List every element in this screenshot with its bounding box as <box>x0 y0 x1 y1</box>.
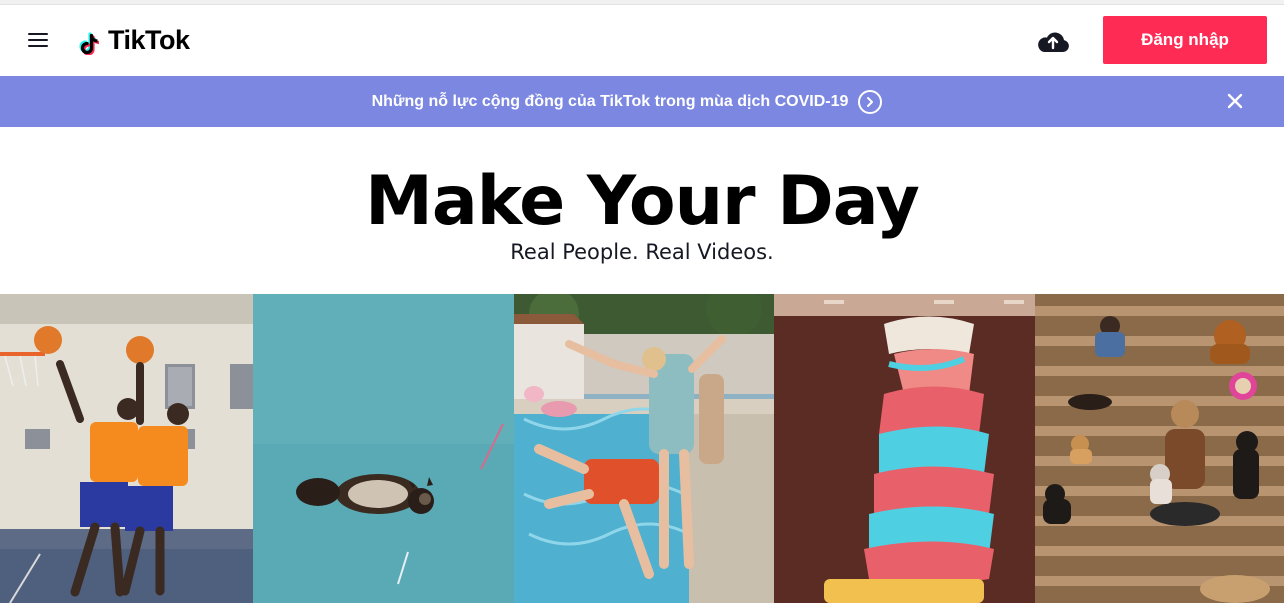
banner-text: Những nỗ lực cộng đồng của TikTok trong … <box>371 92 849 110</box>
brand-name: TikTok <box>108 24 190 55</box>
hero-subtitle: Real People. Real Videos. <box>510 240 774 264</box>
video-thumbnail-strip <box>0 294 1284 603</box>
video-thumbnail-ice-cream[interactable] <box>774 294 1035 603</box>
chevron-right-circle-icon <box>858 89 883 114</box>
hero-title: Make Your Day <box>365 162 920 241</box>
video-thumbnail-basketball[interactable] <box>0 294 253 603</box>
covid-banner-link[interactable]: Những nỗ lực cộng đồng của TikTok trong … <box>0 76 1284 127</box>
login-button[interactable]: Đăng nhập <box>1103 16 1267 64</box>
video-thumbnail-dogs[interactable] <box>1035 294 1284 603</box>
close-icon[interactable] <box>1224 90 1246 112</box>
video-thumbnail-pool-jump[interactable] <box>514 294 774 603</box>
tiktok-logo[interactable]: TikTok <box>78 23 190 57</box>
tiktok-note-icon <box>79 32 100 55</box>
hamburger-menu-icon[interactable] <box>28 32 50 50</box>
top-nav-bar: TikTok Đăng nhập <box>0 5 1284 75</box>
video-thumbnail-cat[interactable] <box>253 294 514 603</box>
covid-banner: Những nỗ lực cộng đồng của TikTok trong … <box>0 76 1284 127</box>
cloud-upload-icon[interactable] <box>1036 28 1070 54</box>
